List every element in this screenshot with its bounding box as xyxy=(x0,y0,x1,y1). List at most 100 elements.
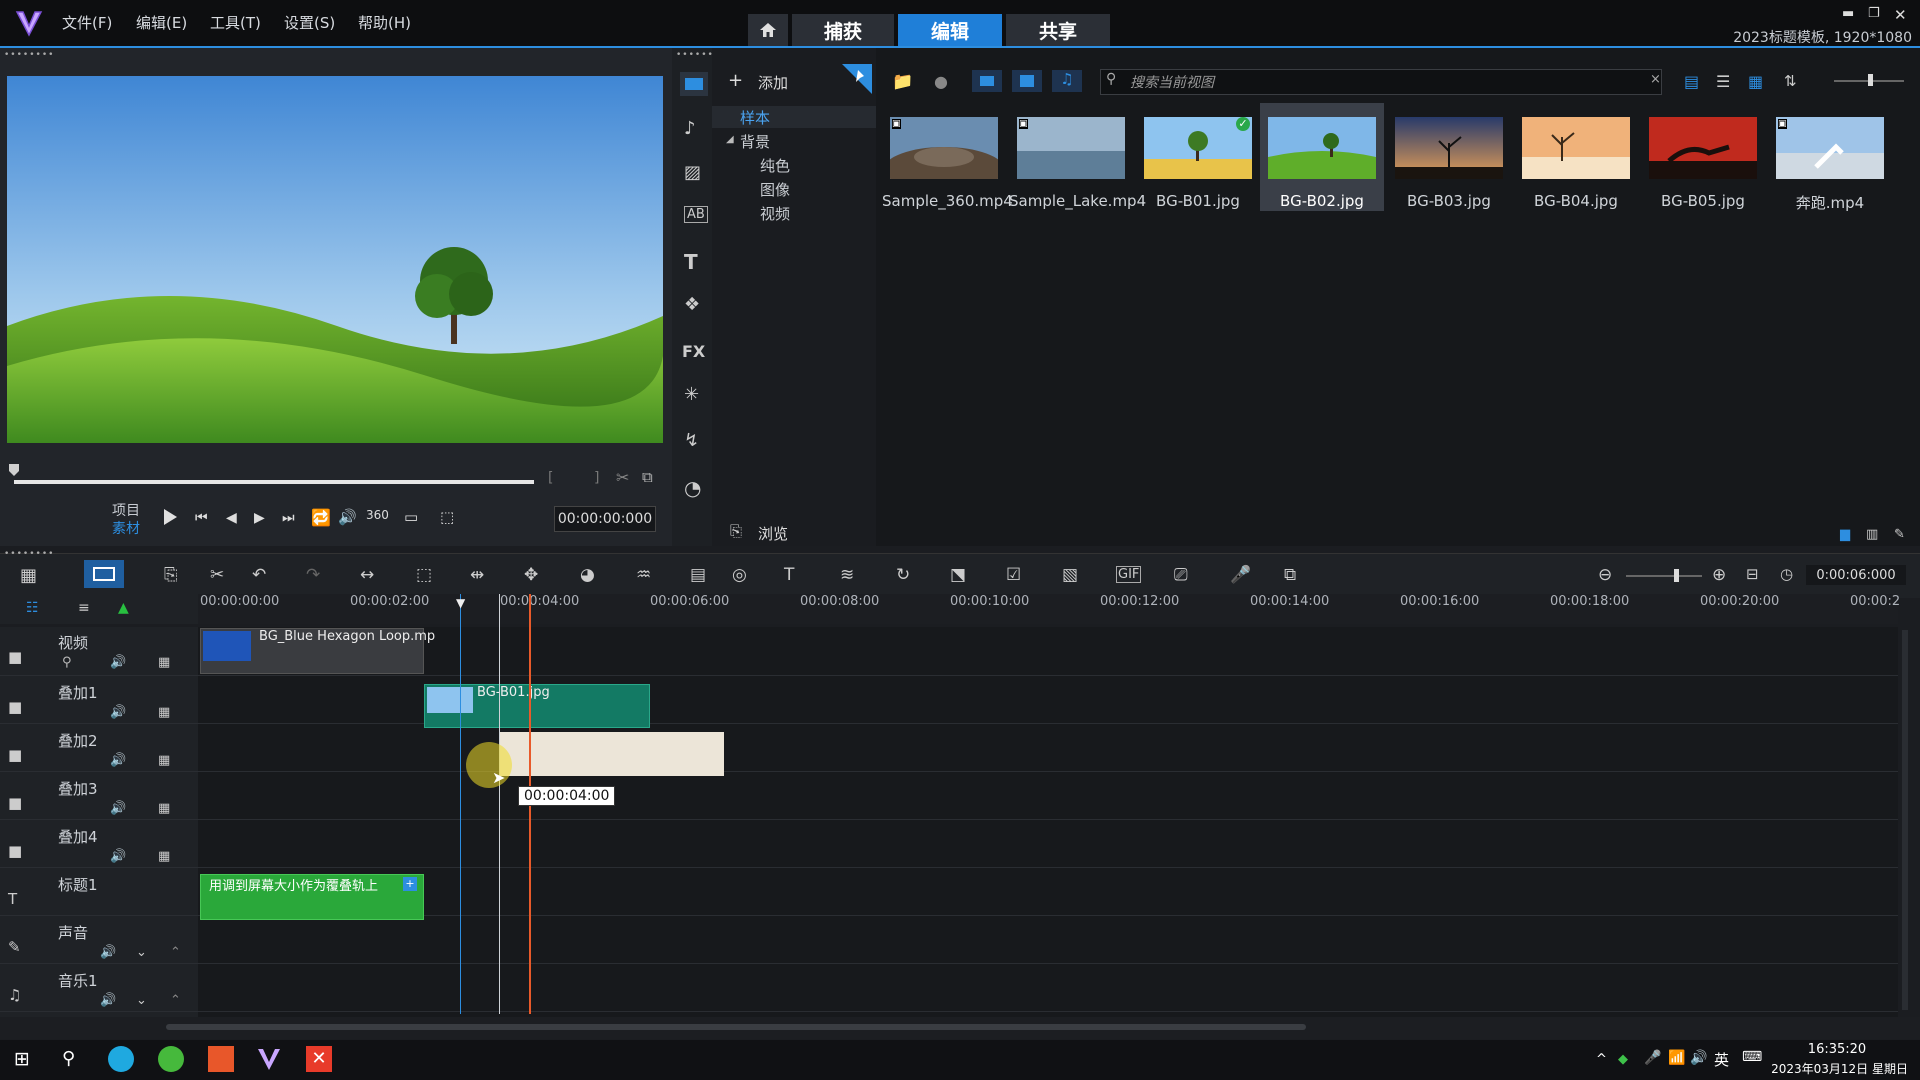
transition-icon[interactable]: ▨ xyxy=(684,162,701,183)
show-video-icon[interactable] xyxy=(972,70,1002,92)
browse-icon[interactable]: ⎘ xyxy=(730,522,742,540)
crop-icon[interactable]: ⬚ xyxy=(416,565,432,585)
speed-gauge-icon[interactable]: ◔ xyxy=(684,476,701,500)
volume-icon[interactable]: 🔊 xyxy=(110,849,126,864)
library-item[interactable]: BG-B04.jpg xyxy=(1514,103,1638,211)
link-icon[interactable]: ⚲ xyxy=(62,655,72,670)
tree-solid-color[interactable]: 纯色 xyxy=(760,155,790,176)
zoom-in-icon[interactable]: ⊕ xyxy=(1712,565,1726,585)
library-item[interactable]: ✓ BG-B01.jpg xyxy=(1136,103,1260,211)
show-photo-icon[interactable] xyxy=(1012,70,1042,92)
playhead-marker-icon[interactable]: ▼ xyxy=(456,596,465,610)
library-layout-icon[interactable]: ▥ xyxy=(1866,527,1878,542)
play-button[interactable] xyxy=(162,508,178,526)
windows-start-icon[interactable]: ⊞ xyxy=(14,1048,30,1070)
tab-edit[interactable]: 编辑 xyxy=(898,14,1002,46)
list-view-icon[interactable]: ☰ xyxy=(1716,72,1730,91)
storyboard-view-icon[interactable]: ▦ xyxy=(20,565,37,586)
taskbar-search-icon[interactable]: ⚲ xyxy=(62,1048,75,1069)
grid-view-icon[interactable]: ▦ xyxy=(1748,72,1763,91)
audio-wave-icon[interactable]: ♒ xyxy=(636,565,651,585)
tree-root-row[interactable] xyxy=(712,106,876,128)
subtitle-icon[interactable]: ▤ xyxy=(690,565,706,585)
title-icon[interactable]: T xyxy=(684,250,698,274)
menu-settings[interactable]: 设置(S) xyxy=(284,12,335,33)
track-row[interactable] xyxy=(0,771,1898,820)
enlarge-preview-icon[interactable]: ⧉ xyxy=(642,468,653,486)
clock-time[interactable]: 16:35:20 xyxy=(1782,1042,1892,1057)
pin-icon[interactable] xyxy=(842,64,872,94)
green-app-icon[interactable] xyxy=(158,1046,184,1072)
sort-icon[interactable]: ⇅ xyxy=(1784,72,1797,90)
timecode-field[interactable]: 00:00:00:000 xyxy=(554,506,656,532)
red-app-icon[interactable]: ✕ xyxy=(306,1046,332,1072)
ripple-icon[interactable]: ▦ xyxy=(158,849,170,864)
pan-zoom-icon[interactable]: ⬔ xyxy=(950,565,966,585)
track-manager-icon[interactable]: ☷ xyxy=(26,600,39,616)
zoom-slider[interactable] xyxy=(1626,575,1702,577)
magic-wand-icon[interactable]: ✳ xyxy=(684,384,699,405)
tree-samples[interactable]: 样本 xyxy=(740,107,770,128)
rotate-icon[interactable]: ↻ xyxy=(896,565,910,585)
menu-tools[interactable]: 工具(T) xyxy=(210,12,261,33)
import-folder-icon[interactable]: 📁 xyxy=(892,72,913,92)
zoom-out-icon[interactable]: ⊖ xyxy=(1598,565,1612,585)
voiceover-mic-icon[interactable]: 🎤 xyxy=(1230,565,1251,585)
library-item[interactable]: BG-B05.jpg xyxy=(1641,103,1765,211)
tree-image[interactable]: 图像 xyxy=(760,179,790,200)
clock-date[interactable]: 2023年03月12日 星期日 xyxy=(1742,1060,1908,1077)
mark-in-icon[interactable]: [ xyxy=(548,470,553,486)
title-clip[interactable]: 用调到屏幕大小作为覆叠轨上 + xyxy=(200,874,424,920)
clear-search-icon[interactable]: × xyxy=(1650,72,1661,87)
fit-project-icon[interactable]: ⊟ xyxy=(1746,565,1759,583)
menu-help[interactable]: 帮助(H) xyxy=(358,12,411,33)
multicam-icon[interactable]: ⧉ xyxy=(1284,565,1296,585)
thumbnail-view-icon[interactable]: ▤ xyxy=(1684,72,1699,91)
screen-record-icon[interactable]: ⎚ xyxy=(1174,565,1188,585)
minimize-icon[interactable]: ▬ xyxy=(1842,6,1854,21)
clip-mode-label[interactable]: 素材 xyxy=(112,518,140,538)
mask-icon[interactable]: ◎ xyxy=(732,565,747,585)
panel-grip-timeline[interactable]: •••••••• xyxy=(4,549,54,559)
library-item[interactable]: BG-B03.jpg xyxy=(1387,103,1511,211)
zoom-slider-handle[interactable] xyxy=(1674,569,1679,582)
library-edit-icon[interactable]: ✎ xyxy=(1894,527,1905,542)
stabilize-icon[interactable]: ☑ xyxy=(1006,565,1021,585)
ripple-icon[interactable]: ▦ xyxy=(158,753,170,768)
library-item[interactable]: ▣ Sample_Lake.mp4 xyxy=(1009,103,1146,211)
tray-network-icon[interactable]: 📶 xyxy=(1668,1050,1685,1066)
tree-video[interactable]: 视频 xyxy=(760,203,790,224)
split-clip-icon[interactable]: ✂ xyxy=(616,468,629,487)
volume-icon[interactable]: 🔊 xyxy=(110,705,126,720)
text-box-icon[interactable]: T xyxy=(784,565,794,585)
undo-icon[interactable]: ↶ xyxy=(252,565,266,585)
lens-icon[interactable]: ▧ xyxy=(1062,565,1078,585)
tab-share[interactable]: 共享 xyxy=(1006,14,1110,46)
volume-icon[interactable]: 🔊 xyxy=(110,655,126,670)
orange-app-icon[interactable] xyxy=(208,1046,234,1072)
title-template-icon[interactable]: AB xyxy=(684,206,708,223)
home-button[interactable] xyxy=(748,14,788,46)
mark-marker-icon[interactable] xyxy=(8,463,20,477)
add-clip-icon[interactable]: + xyxy=(403,877,417,891)
repeat-icon[interactable]: 🔁 xyxy=(311,508,331,527)
browse-button[interactable]: 浏览 xyxy=(758,523,788,544)
chevron-up-icon[interactable]: ⌃ xyxy=(170,993,181,1008)
volume-icon[interactable]: 🔊 xyxy=(100,993,116,1008)
volume-icon[interactable]: 🔊 xyxy=(110,753,126,768)
instant-project-icon[interactable]: ♪ xyxy=(684,118,696,139)
ripple-icon[interactable]: ▦ xyxy=(158,705,170,720)
copy-icon[interactable]: ⎘ xyxy=(164,565,178,585)
project-mode-label[interactable]: 项目 xyxy=(112,500,140,520)
edge-browser-icon[interactable] xyxy=(108,1046,134,1072)
tray-mic-icon[interactable]: 🎤 xyxy=(1644,1050,1661,1066)
chevron-up-icon[interactable]: ⌃ xyxy=(170,945,181,960)
chevron-down-icon[interactable]: ⌄ xyxy=(136,945,147,960)
color-icon[interactable]: ◕ xyxy=(580,565,595,585)
mark-out-icon[interactable]: ] xyxy=(594,470,599,486)
timeline-view-icon[interactable] xyxy=(84,560,124,588)
volume-icon[interactable]: 🔊 xyxy=(110,801,126,816)
tools-icon[interactable]: ✂ xyxy=(210,565,224,585)
input-language[interactable]: 英 xyxy=(1714,1049,1729,1070)
library-options-icon[interactable]: ▆ xyxy=(1840,527,1850,542)
